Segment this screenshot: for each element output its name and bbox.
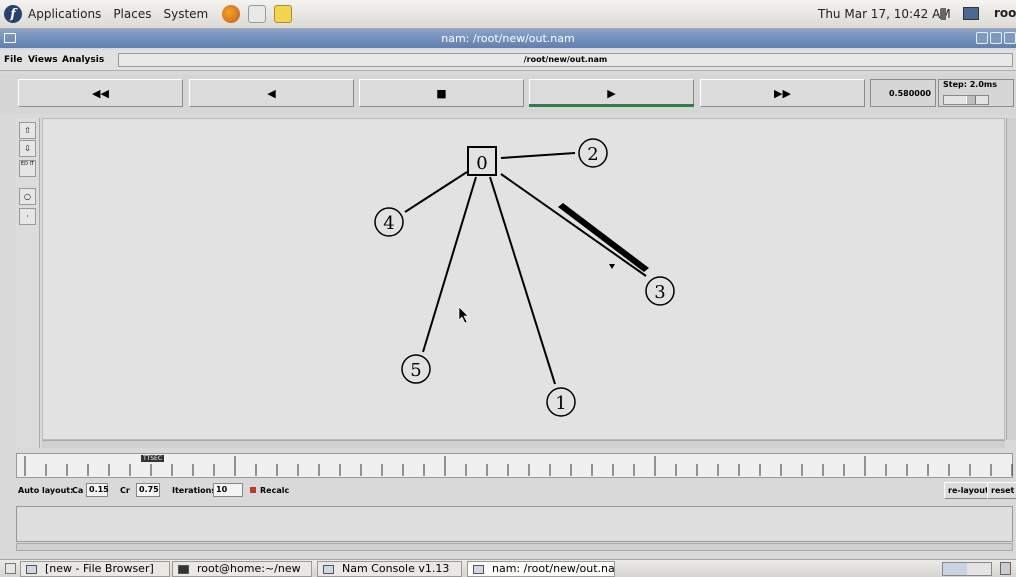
play-button[interactable]: ▶	[529, 79, 694, 107]
window-titlebar[interactable]: nam: /root/new/out.nam	[0, 29, 1016, 48]
link-0-5[interactable]	[422, 176, 477, 353]
cr-input[interactable]: 0.75	[136, 483, 160, 497]
folder-icon	[26, 565, 37, 574]
taskbar: [new - File Browser] root@home:~/new Nam…	[0, 559, 1016, 577]
recalc-checkbox[interactable]	[250, 487, 256, 493]
auto-layout-label: Auto layout:	[18, 486, 74, 495]
mail-icon[interactable]	[248, 5, 267, 23]
step-slider[interactable]	[943, 95, 989, 105]
ca-input[interactable]: 0.15	[86, 483, 109, 497]
user-name[interactable]: root	[994, 6, 1016, 20]
tool-strip: ⇧ ⇩ ED IT ○ ·	[16, 118, 40, 448]
show-desktop-icon[interactable]	[5, 563, 16, 574]
link-0-2[interactable]	[500, 152, 576, 159]
rewind-button[interactable]: ◀◀	[18, 79, 183, 107]
notes-icon[interactable]	[274, 5, 293, 23]
minimize-button[interactable]	[976, 32, 988, 44]
playback-controls: ◀◀ ◀ ■ ▶ ▶▶ 0.580000 Step: 2.0ms	[0, 74, 1016, 114]
rewind-icon: ◀◀	[92, 86, 109, 100]
firefox-icon[interactable]	[222, 5, 241, 23]
play-icon: ▶	[607, 86, 616, 100]
maximize-button[interactable]	[990, 32, 1002, 44]
zoom-out-icon[interactable]: ⇩	[19, 140, 36, 157]
file-path-label: /root/new/out.nam	[118, 53, 1013, 67]
canvas-vertical-scrollbar[interactable]	[1006, 118, 1016, 440]
analysis-menu[interactable]: Analysis	[62, 55, 104, 65]
ca-label: Ca	[72, 486, 84, 495]
link-0-3[interactable]	[500, 173, 647, 277]
packet-marker-icon	[609, 264, 615, 269]
stop-button[interactable]: ■	[359, 79, 524, 107]
window-icon	[473, 565, 484, 574]
window-menu-icon[interactable]	[4, 33, 16, 43]
mouse-cursor-icon	[458, 306, 469, 324]
top-panel: f Applications Places System Thu Mar 17,…	[0, 0, 1016, 29]
step-back-button[interactable]: ◀	[189, 79, 354, 107]
taskbar-item-nam-console[interactable]: Nam Console v1.13	[317, 561, 462, 577]
ruler-time-marker[interactable]: TTSEC	[141, 455, 165, 462]
fast-forward-icon: ▶▶	[774, 86, 791, 100]
close-button[interactable]	[1004, 32, 1016, 44]
time-ruler[interactable]: TTSEC	[16, 453, 1013, 478]
iterations-input[interactable]: 10	[213, 483, 243, 497]
network-canvas[interactable]: 0 2 4 3 5 1	[42, 118, 1005, 440]
window-title: nam: /root/new/out.nam	[441, 32, 575, 45]
zoom-in-icon[interactable]: ⇧	[19, 122, 36, 139]
iterations-label: Iterations	[172, 486, 217, 495]
node-5-label: 5	[410, 360, 421, 381]
cr-label: Cr	[120, 486, 130, 495]
window-icon	[323, 565, 334, 574]
fast-forward-button[interactable]: ▶▶	[700, 79, 865, 107]
node-2-label: 2	[587, 144, 598, 165]
recalc-label: Recalc	[260, 486, 290, 495]
trash-icon[interactable]	[1000, 562, 1011, 575]
menu-bar: File Views Analysis /root/new/out.nam	[0, 50, 1016, 71]
time-display: 0.580000	[870, 79, 936, 107]
taskbar-item-terminal[interactable]: root@home:~/new	[172, 561, 312, 577]
taskbar-item-label: Nam Console v1.13	[342, 562, 450, 575]
taskbar-item-label: nam: /root/new/out.nam	[492, 562, 615, 575]
relayout-button[interactable]: re-layout	[944, 482, 993, 499]
taskbar-item-label: root@home:~/new	[197, 562, 301, 575]
edit-tool[interactable]: ED IT	[19, 160, 36, 177]
views-menu[interactable]: Views	[28, 55, 58, 65]
stop-icon: ■	[436, 86, 447, 100]
node-1-label: 1	[555, 393, 566, 414]
taskbar-item-label: [new - File Browser]	[45, 562, 154, 575]
network-graph: 0 2 4 3 5 1	[374, 138, 675, 417]
workspace-switcher[interactable]	[942, 562, 992, 576]
node-0-label: 0	[476, 153, 487, 174]
taskbar-item-nam[interactable]: nam: /root/new/out.nam	[467, 561, 615, 577]
packet-stream	[558, 203, 649, 272]
play-active-indicator	[529, 104, 694, 107]
system-menu[interactable]: System	[157, 7, 214, 21]
file-menu[interactable]: File	[4, 55, 22, 65]
annotation-panel[interactable]	[16, 506, 1013, 542]
terminal-icon	[178, 565, 189, 574]
step-slider-thumb[interactable]	[966, 96, 976, 104]
step-control: Step: 2.0ms	[938, 79, 1014, 107]
places-menu[interactable]: Places	[107, 7, 157, 21]
ruler-ticks	[24, 456, 1013, 476]
annotation-scrollbar[interactable]	[16, 543, 1013, 551]
step-back-icon: ◀	[267, 86, 276, 100]
volume-icon[interactable]	[940, 8, 952, 20]
network-icon[interactable]	[963, 7, 979, 20]
step-label: Step: 2.0ms	[943, 80, 997, 89]
link-0-4[interactable]	[404, 171, 468, 213]
node-3-label: 3	[654, 282, 665, 303]
applications-menu[interactable]: Applications	[22, 7, 107, 21]
node-4-label: 4	[383, 213, 394, 234]
canvas-horizontal-scrollbar[interactable]	[42, 440, 1005, 448]
taskbar-item-file-browser[interactable]: [new - File Browser]	[20, 561, 170, 577]
reset-button[interactable]: reset	[987, 482, 1016, 499]
clock[interactable]: Thu Mar 17, 10:42 AM	[818, 7, 951, 21]
fedora-logo-icon[interactable]: f	[4, 5, 22, 23]
link-0-1[interactable]	[489, 176, 556, 385]
dot-tool-icon[interactable]: ·	[19, 208, 36, 225]
auto-layout-panel: Auto layout: Ca 0.15 Cr 0.75 Iterations …	[0, 480, 1016, 502]
circle-tool-icon[interactable]: ○	[19, 188, 36, 205]
